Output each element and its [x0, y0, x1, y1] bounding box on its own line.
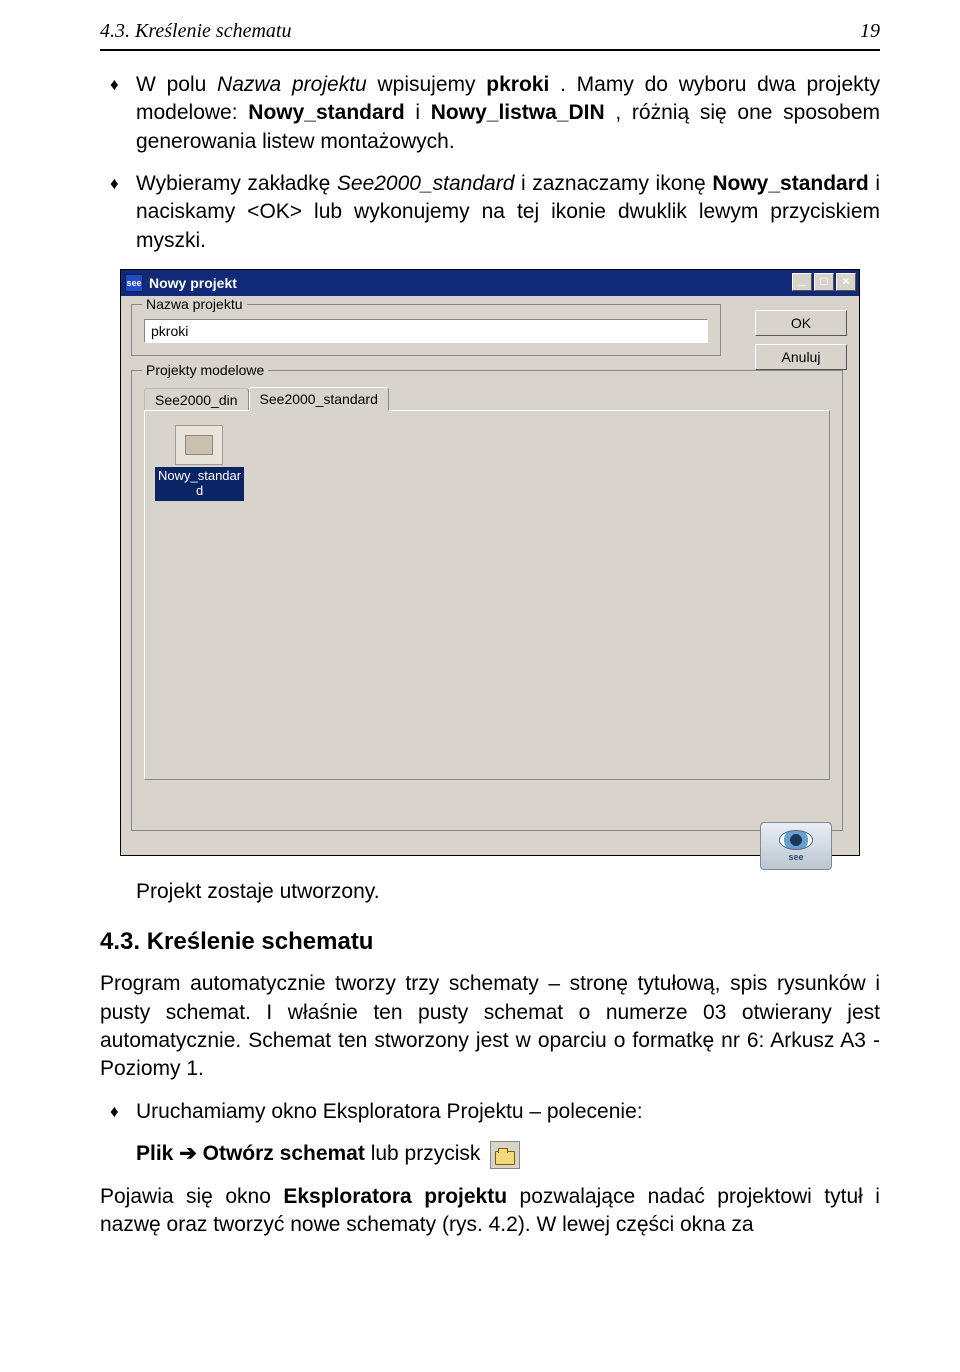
app-icon: see — [125, 274, 143, 292]
folder-label: Nowy_standar d — [155, 467, 244, 501]
model-folder-item[interactable]: Nowy_standar d — [155, 425, 243, 501]
new-project-dialog: see Nowy projekt _ □ × OK Anuluj Nazwa p… — [120, 269, 860, 856]
tab-see2000-standard[interactable]: See2000_standard — [249, 387, 389, 411]
dialog-title: Nowy projekt — [149, 275, 237, 291]
group-title-models: Projekty modelowe — [142, 362, 268, 378]
header-title: 4.3. Kreślenie schematu — [100, 20, 291, 43]
bullet-1: ♦ W polu Nazwa projektu wpisujemy pkroki… — [100, 71, 880, 156]
section-heading: 4.3. Kreślenie schematu — [100, 928, 880, 956]
project-name-group: Nazwa projektu pkroki — [131, 304, 721, 356]
page-number: 19 — [860, 20, 880, 43]
project-created-text: Projekt zostaje utworzony. — [100, 878, 880, 906]
ok-button[interactable]: OK — [755, 310, 847, 336]
see-logo: see — [760, 822, 832, 870]
eye-icon — [779, 830, 813, 850]
tab-panel: Nowy_standar d — [144, 410, 830, 780]
minimize-button[interactable]: _ — [792, 273, 812, 291]
paragraph-2: Pojawia się okno Eksploratora projektu p… — [100, 1183, 880, 1240]
open-file-icon[interactable] — [490, 1141, 520, 1169]
bullet-icon: ♦ — [110, 173, 119, 196]
dialog-titlebar[interactable]: see Nowy projekt _ □ × — [121, 270, 859, 296]
bullet-3: ♦ Uruchamiamy okno Eksploratora Projektu… — [100, 1098, 880, 1126]
bullet-icon: ♦ — [110, 74, 119, 97]
bullet-2: ♦ Wybieramy zakładkę See2000_standard i … — [100, 170, 880, 255]
model-projects-group: Projekty modelowe See2000_din See2000_st… — [131, 370, 843, 831]
close-button[interactable]: × — [836, 273, 856, 291]
group-title-name: Nazwa projektu — [142, 296, 247, 312]
tab-see2000-din[interactable]: See2000_din — [144, 388, 249, 411]
paragraph-1: Program automatycznie tworzy trzy schema… — [100, 970, 880, 1083]
bullet-icon: ♦ — [110, 1101, 119, 1124]
maximize-button[interactable]: □ — [814, 273, 834, 291]
header-rule — [100, 49, 880, 51]
cancel-button[interactable]: Anuluj — [755, 344, 847, 370]
folder-icon — [175, 425, 223, 465]
menu-path: Plik ➔ Otwórz schemat lub przycisk — [100, 1140, 880, 1168]
project-name-input[interactable]: pkroki — [144, 319, 708, 343]
